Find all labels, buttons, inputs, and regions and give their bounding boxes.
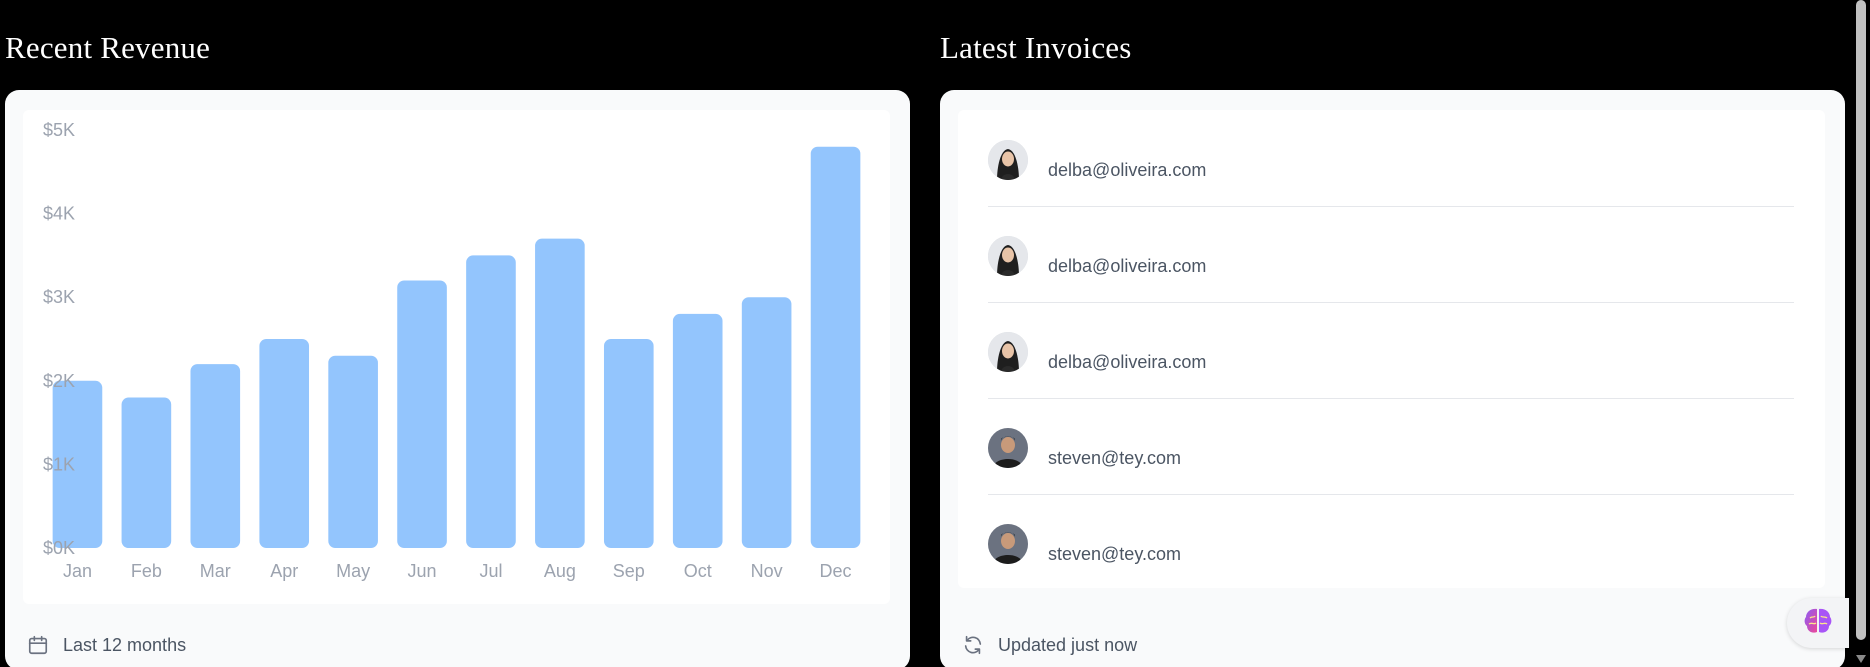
bar-may — [328, 355, 378, 548]
y-tick-label: $1K — [43, 454, 75, 474]
x-tick-label: May — [336, 561, 370, 581]
invoice-row[interactable]: delba@oliveira.com — [988, 110, 1794, 207]
x-tick-label: Apr — [270, 561, 298, 581]
invoice-row[interactable]: steven@tey.com — [988, 494, 1794, 590]
invoice-row[interactable]: delba@oliveira.com — [988, 302, 1794, 399]
invoice-row[interactable]: delba@oliveira.com — [988, 206, 1794, 303]
revenue-footer: Last 12 months — [27, 634, 186, 656]
invoices-footer: Updated just now — [962, 634, 1137, 656]
x-tick-label: Jun — [408, 561, 437, 581]
x-tick-label: Jul — [479, 561, 502, 581]
x-tick-label: Aug — [544, 561, 576, 581]
revenue-card: $5K $4K $3K $2K $1K $0K Jan Feb Mar Apr May Jun Jul A… — [5, 90, 910, 667]
bar-aug — [535, 238, 585, 548]
invoice-email: delba@oliveira.com — [1048, 352, 1207, 372]
bar-nov — [741, 297, 792, 548]
x-tick-label: Mar — [200, 561, 231, 581]
x-tick-label: Jan — [63, 561, 92, 581]
invoices-card: delba@oliveira.com delba@oliveira.com de… — [940, 90, 1845, 667]
recent-revenue-title: Recent Revenue — [5, 30, 211, 65]
brain-icon — [1802, 606, 1834, 641]
x-tick-label: Oct — [684, 561, 712, 581]
invoice-list: delba@oliveira.com delba@oliveira.com de… — [958, 110, 1825, 588]
x-tick-label: Sep — [613, 561, 645, 581]
revenue-chart-panel: $5K $4K $3K $2K $1K $0K Jan Feb Mar Apr May Jun Jul A… — [23, 110, 890, 604]
avatar — [988, 428, 1028, 468]
invoice-email: steven@tey.com — [1048, 544, 1181, 564]
invoice-email: delba@oliveira.com — [1048, 256, 1207, 276]
page-scrollbar[interactable] — [1852, 0, 1870, 667]
dashboard-page: Recent Revenue Latest Invoices $5K $4K $3K… — [0, 0, 1870, 667]
y-tick-label: $0K — [43, 538, 75, 558]
avatar — [988, 524, 1028, 564]
avatar — [988, 332, 1028, 372]
invoice-row[interactable]: steven@tey.com — [988, 398, 1794, 495]
bar-oct — [672, 313, 723, 548]
bar-jul — [466, 255, 516, 548]
revenue-footer-label: Last 12 months — [63, 634, 187, 655]
bar-sep — [603, 339, 654, 548]
refresh-icon — [962, 634, 984, 656]
bar-jun — [397, 280, 447, 548]
scrollbar-thumb[interactable] — [1856, 0, 1866, 640]
avatar — [988, 140, 1028, 180]
invoices-footer-label: Updated just now — [998, 634, 1138, 655]
x-tick-label: Nov — [751, 561, 783, 581]
calendar-icon — [27, 634, 49, 656]
x-tick-label: Dec — [820, 561, 852, 581]
bar-feb — [121, 397, 172, 548]
revenue-chart: $5K $4K $3K $2K $1K $0K Jan Feb Mar Apr May Jun Jul A… — [43, 120, 861, 581]
y-tick-label: $2K — [43, 371, 75, 391]
bar-apr — [259, 339, 310, 548]
y-tick-label: $5K — [43, 120, 75, 140]
bar-mar — [190, 364, 241, 548]
x-tick-label: Feb — [131, 561, 162, 581]
bar-dec — [810, 146, 861, 548]
invoice-email: delba@oliveira.com — [1048, 160, 1207, 180]
assistant-button[interactable] — [1787, 598, 1849, 648]
y-tick-label: $3K — [43, 287, 75, 307]
y-tick-label: $4K — [43, 204, 75, 224]
latest-invoices-title: Latest Invoices — [940, 30, 1132, 65]
scroll-down-arrow-icon[interactable] — [1856, 655, 1866, 663]
avatar — [988, 236, 1028, 276]
invoice-email: steven@tey.com — [1048, 448, 1181, 468]
